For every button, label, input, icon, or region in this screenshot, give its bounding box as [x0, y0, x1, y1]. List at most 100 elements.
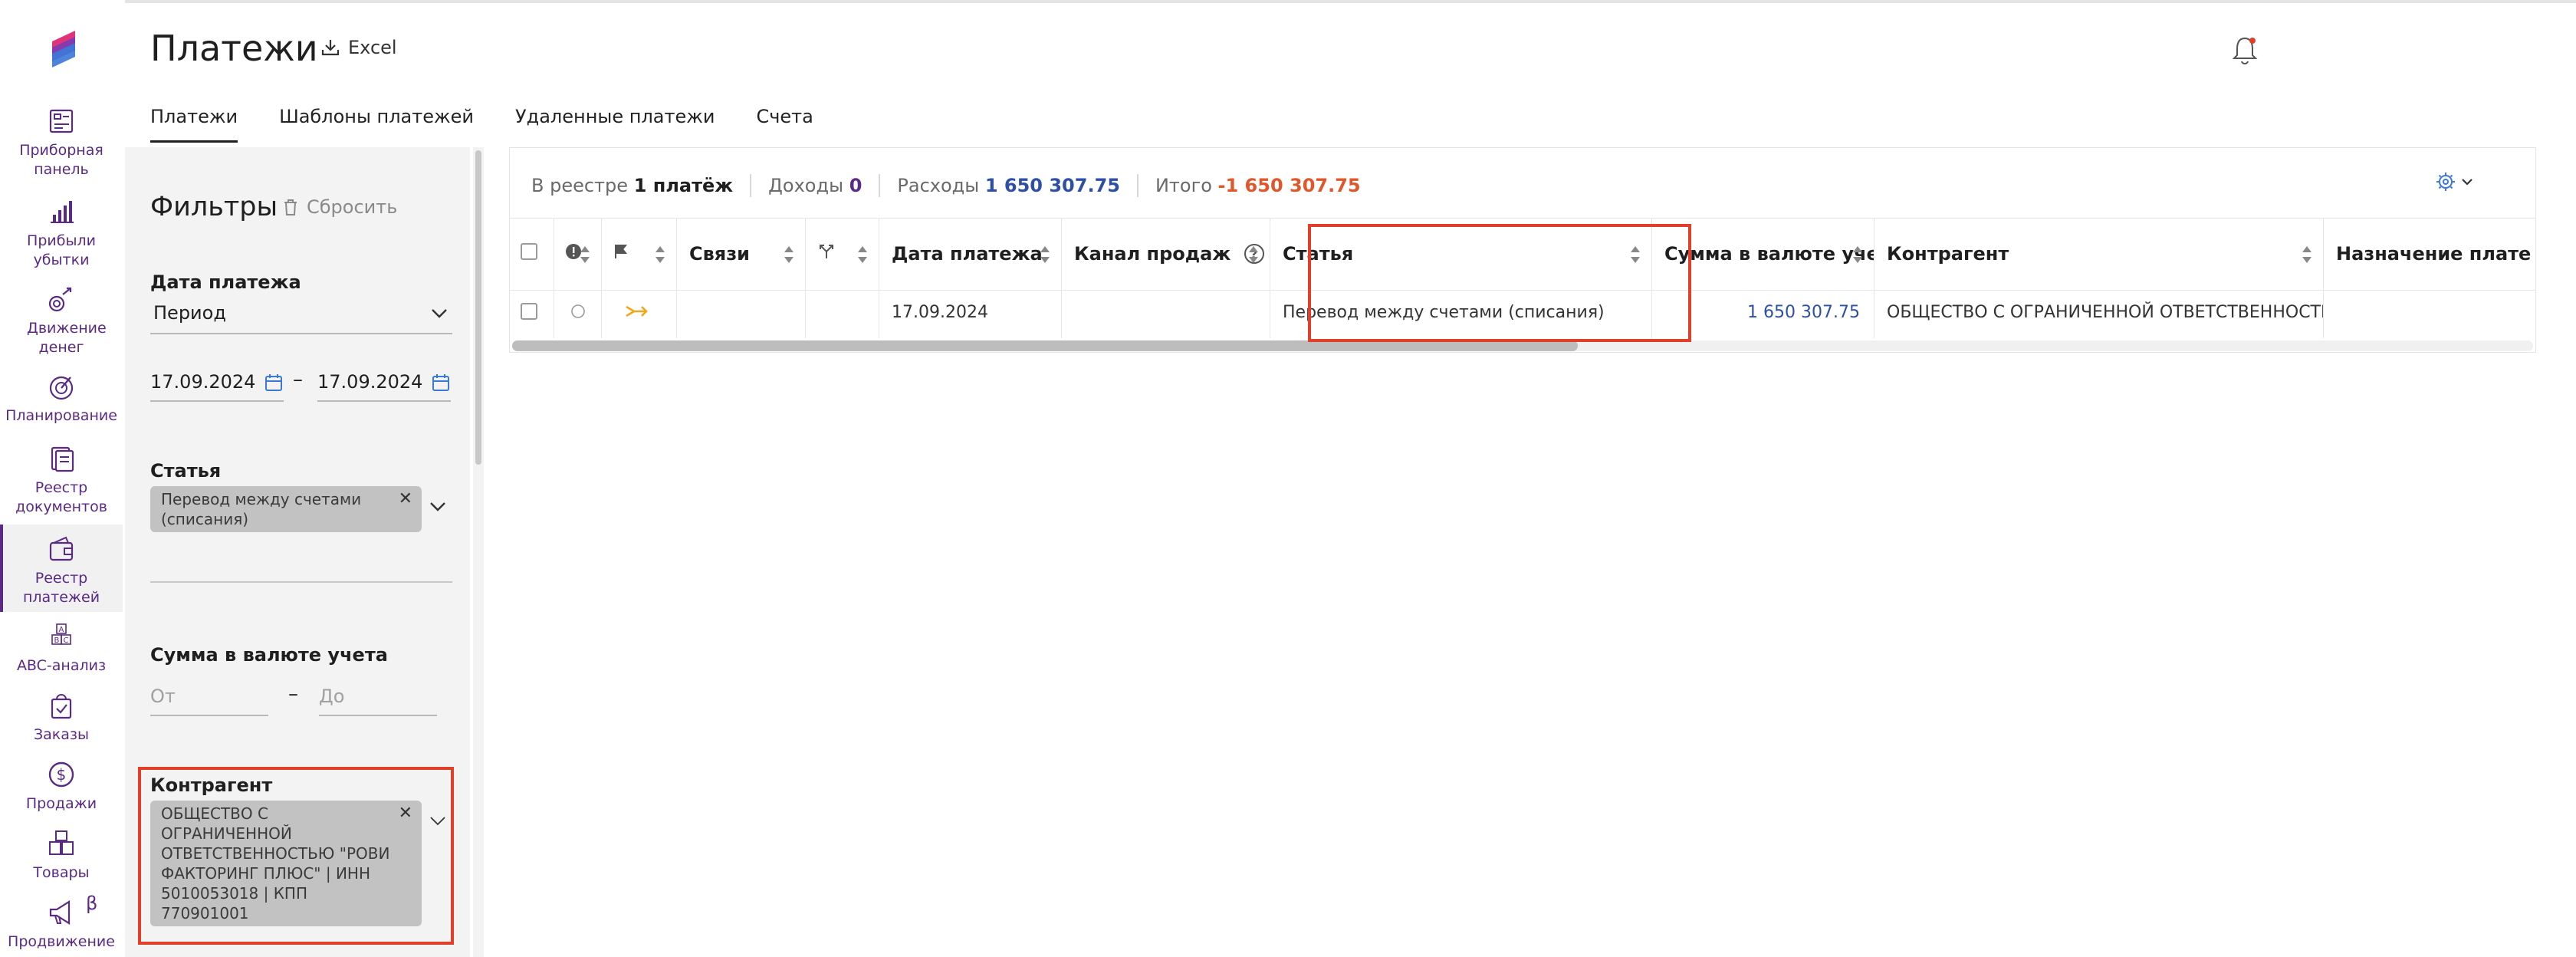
tab-deleted-payments[interactable]: Удаленные платежи: [515, 106, 715, 143]
period-select[interactable]: Период: [150, 302, 452, 334]
sidebar-item-products[interactable]: Товары: [0, 828, 123, 883]
table-row-flag-cell: [602, 291, 677, 338]
reset-label: Сбросить: [307, 196, 398, 218]
sort-icon[interactable]: [2302, 245, 2312, 265]
sidebar-item-sales[interactable]: $ Продажи: [0, 759, 123, 814]
calendar-icon[interactable]: [264, 373, 284, 393]
column-date[interactable]: Дата платежа: [879, 219, 1062, 291]
column-split[interactable]: [806, 219, 879, 291]
tabs: Платежи Шаблоны платежей Удаленные плате…: [150, 106, 855, 143]
beta-badge: β: [86, 893, 98, 914]
close-icon[interactable]: ✕: [399, 489, 412, 509]
amount-range-separator: –: [288, 682, 298, 705]
divider: [750, 174, 752, 197]
date-from-value: 17.09.2024: [150, 371, 256, 393]
sidebar-item-label: Приборная панель: [19, 142, 104, 178]
article-chip-text: Перевод между счетами (списания): [161, 490, 362, 528]
sidebar-item-documents[interactable]: Реестр документов: [0, 443, 123, 517]
svg-text:A: A: [59, 626, 64, 634]
app-logo[interactable]: [44, 25, 83, 71]
amount-to-input[interactable]: До: [319, 686, 437, 716]
reset-filters-button[interactable]: Сбросить: [282, 196, 397, 218]
download-icon: [321, 40, 340, 56]
column-counterparty-label: Контрагент: [1887, 243, 2009, 265]
amount-to-placeholder: До: [319, 686, 345, 707]
amount-from-input[interactable]: От: [150, 686, 268, 716]
shopping-bag-icon: [51, 694, 72, 719]
column-counterparty[interactable]: Контрагент: [1875, 219, 2324, 291]
sidebar-item-abc[interactable]: ABC ABC-анализ: [0, 621, 123, 676]
sort-icon[interactable]: [784, 245, 794, 265]
select-all-cell: [510, 219, 554, 291]
sidebar-item-orders[interactable]: Заказы: [0, 690, 123, 745]
column-status[interactable]: [554, 219, 602, 291]
filters-title: Фильтры: [150, 192, 278, 222]
bell-icon[interactable]: [2229, 34, 2260, 67]
svg-text:C: C: [64, 636, 69, 645]
expense-value: 1 650 307.75: [984, 175, 1120, 196]
sidebar-item-label: Товары: [33, 864, 90, 881]
income-label: Доходы: [768, 175, 844, 196]
wallet-icon: [49, 536, 74, 561]
chevron-down-icon[interactable]: [429, 502, 446, 512]
divider: [1136, 174, 1138, 197]
column-flag[interactable]: [602, 219, 677, 291]
registry-label: В реестре: [531, 175, 629, 196]
highlight-article-column: [1308, 224, 1691, 342]
flag-icon: [615, 245, 628, 258]
tab-payment-templates[interactable]: Шаблоны платежей: [279, 106, 474, 143]
sidebar-item-profit-loss[interactable]: Прибыли убытки: [0, 196, 123, 270]
sort-icon[interactable]: [1852, 245, 1863, 265]
column-purpose[interactable]: Назначение плате: [2324, 219, 2535, 291]
sidebar-item-cashflow[interactable]: Движение денег: [0, 284, 123, 357]
sort-icon[interactable]: [1040, 245, 1050, 265]
sort-icon[interactable]: [655, 245, 665, 265]
status-circle-icon[interactable]: [570, 303, 586, 320]
transfer-arrow-icon[interactable]: [625, 303, 649, 320]
filters-scrollbar-thumb[interactable]: [475, 150, 481, 465]
sidebar-item-planning[interactable]: Планирование: [0, 371, 123, 426]
income-value: 0: [849, 175, 863, 196]
sidebar-item-label: ABC-анализ: [16, 657, 107, 674]
gear-icon[interactable]: [2435, 170, 2482, 193]
article-chip[interactable]: Перевод между счетами (списания) ✕: [150, 486, 422, 532]
sidebar-item-label: Реестр документов: [15, 479, 107, 515]
highlight-counterparty-filter: [138, 767, 454, 945]
column-amount-label: Сумма в валюте учета: [1664, 243, 1874, 265]
sort-icon[interactable]: [857, 245, 868, 265]
table-row-links-cell: [677, 291, 806, 338]
abc-icon: AB C: [51, 623, 71, 645]
table-row-counterparty-cell: ОБЩЕСТВО С ОГРАНИЧЕННОЙ ОТВЕТСТВЕННОСТЬЮ…: [1875, 291, 2324, 338]
sort-icon[interactable]: [1248, 245, 1259, 265]
top-border: [0, 0, 2576, 3]
column-links[interactable]: Связи: [677, 219, 806, 291]
tab-accounts[interactable]: Счета: [756, 106, 813, 143]
table-row-status-cell: [554, 291, 602, 338]
sort-icon[interactable]: [580, 245, 590, 265]
row-checkbox[interactable]: [521, 303, 537, 320]
tab-payments[interactable]: Платежи: [150, 106, 238, 143]
summary-row: В реестре 1 платёж Доходы 0 Расходы 1 65…: [531, 174, 1361, 197]
article-label: Статья: [150, 460, 222, 482]
table-row-date-cell: 17.09.2024: [879, 291, 1062, 338]
boxes-icon: [49, 830, 74, 855]
registry-value: 1 платёж: [633, 175, 734, 196]
date-to-input[interactable]: 17.09.2024: [317, 371, 451, 402]
sidebar-item-label: Продажи: [25, 795, 97, 812]
column-channel[interactable]: Канал продаж ?: [1062, 219, 1270, 291]
table-scrollbar-thumb[interactable]: [512, 340, 1578, 351]
select-all-checkbox[interactable]: [521, 243, 537, 260]
date-from-input[interactable]: 17.09.2024: [150, 371, 284, 402]
sidebar-item-dashboard[interactable]: Приборная панель: [0, 106, 123, 179]
excel-label: Excel: [348, 37, 397, 58]
column-links-label: Связи: [689, 243, 750, 265]
split-icon: [820, 245, 833, 258]
sidebar-item-payments[interactable]: Реестр платежей: [0, 525, 123, 612]
excel-export-button[interactable]: Excel: [320, 37, 397, 58]
chevron-down-icon: [432, 309, 447, 318]
payment-date-label: Дата платежа: [150, 271, 301, 293]
sidebar-item-promotion[interactable]: Продвижение: [0, 897, 123, 952]
calendar-icon[interactable]: [431, 373, 451, 393]
expense-label: Расходы: [897, 175, 980, 196]
sidebar-item-label: Продвижение: [8, 933, 115, 950]
